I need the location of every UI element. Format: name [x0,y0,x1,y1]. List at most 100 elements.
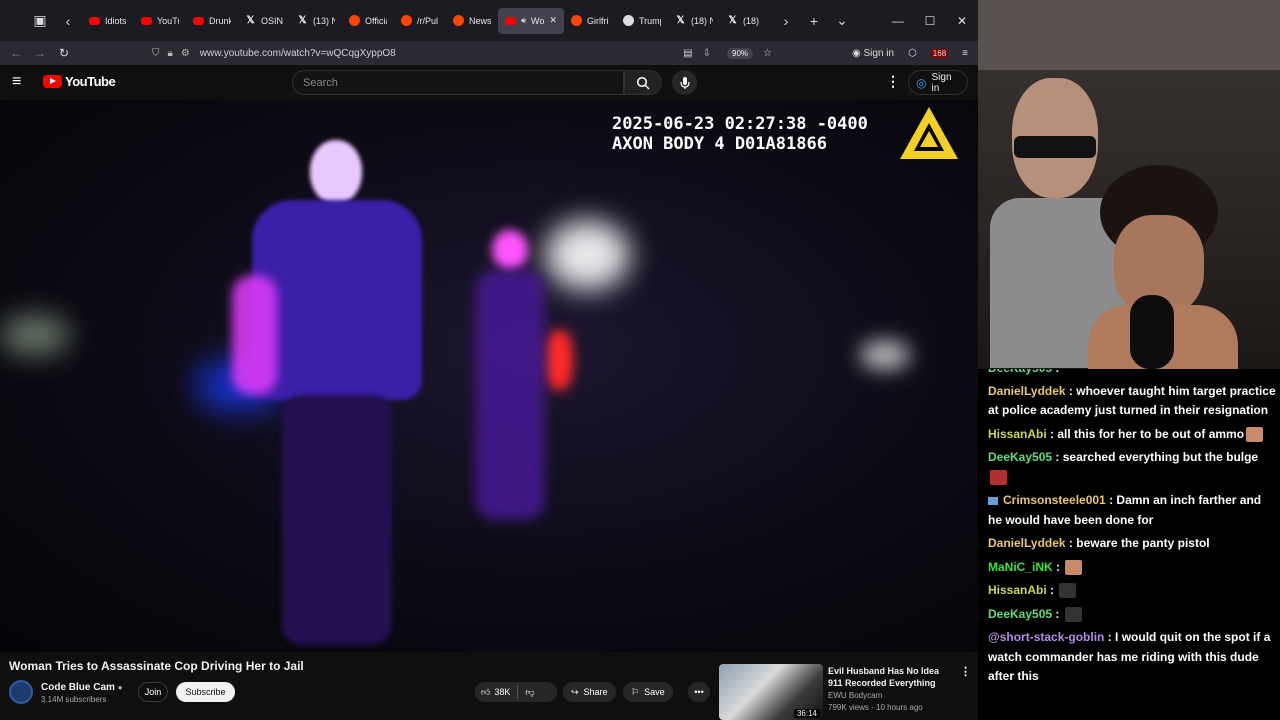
chat-separator: : [1065,536,1077,550]
download-icon[interactable]: ⇩ [703,48,711,59]
chat-username[interactable]: HissanAbi [988,427,1047,441]
youtube-sign-in-label: Sign in [931,71,952,94]
tab-2[interactable]: Drunk [186,8,238,34]
tab-11[interactable]: 𝕏 (18) N [668,8,720,34]
youtube-logo[interactable]: YouTube [43,74,116,89]
channel-name[interactable]: Code Blue Cam ● [41,682,123,693]
more-actions-button[interactable]: ••• [688,682,710,702]
light-glow [0,315,70,355]
youtube-logo-text: YouTube [65,74,116,89]
tab-9[interactable]: Girlfrie [564,8,616,34]
like-count: 38K [494,687,511,697]
tab-12[interactable]: 𝕏 (18) [720,8,772,34]
recommended-title[interactable]: Evil Husband Has No Idea 911 Recorded Ev… [828,665,953,689]
chat-username[interactable]: DeeKay505 [988,607,1052,621]
like-button[interactable]: 👍︎ 38K [481,687,510,698]
reload-icon[interactable]: ↻ [52,46,76,60]
menu-icon[interactable]: ≡ [962,48,968,59]
bookmark-star-icon[interactable]: ☆ [763,48,772,59]
hamburger-menu-icon[interactable]: ≡ [12,74,30,90]
reddit-icon [571,15,582,26]
share-button[interactable]: ↪ Share [563,682,616,702]
video-player[interactable]: 2025-06-23 02:27:38 -0400 AXON BODY 4 D0… [0,100,978,652]
youtube-header: ≡ YouTube Search ⋮ ◎ Sign in [0,65,978,100]
tab-scroll-right-icon[interactable]: › [772,7,800,35]
close-tab-icon[interactable]: ✕ [549,15,557,26]
new-tab-icon[interactable]: + [800,7,828,35]
tab-7[interactable]: News [446,8,498,34]
extensions-icon[interactable]: ⬡ [908,48,917,59]
reader-view-icon[interactable]: ▤ [683,48,692,59]
join-button[interactable]: Join [138,682,168,702]
tab-10[interactable]: Trump [616,8,668,34]
chat-username[interactable]: Crimsonsteele001 [1003,493,1106,507]
video-duration: 36:14 [793,709,820,718]
speaker-icon[interactable]: 🔊︎ [521,16,526,26]
voice-search-button[interactable] [672,70,697,95]
permissions-icon[interactable]: ⚙ [181,48,190,59]
url-bar[interactable]: ⛉ 🔒︎ ⚙ www.youtube.com/watch?v=wQCqgXypp… [152,42,772,64]
recommended-thumbnail[interactable]: 36:14 [719,664,823,720]
account-sign-in-label: Sign in [863,47,895,59]
chat-username[interactable]: MaNiC_iNK [988,560,1053,574]
shield-icon[interactable]: ⛉ [152,48,160,59]
close-window-icon[interactable]: ✕ [946,14,978,28]
url-text[interactable]: www.youtube.com/watch?v=wQCqgXyppO8 [200,48,396,59]
chat-separator: : [1105,493,1117,507]
tab-0[interactable]: Idiots [82,8,134,34]
chat-username[interactable]: DeeKay505 [988,369,1052,375]
tab-4[interactable]: 𝕏 (13) N [290,8,342,34]
tab-5[interactable]: Officia [342,8,394,34]
chat-panel: DeeKay505 : DanielLyddek : whoever taugh… [978,369,1280,720]
webcam-feed [978,0,1280,369]
browser-window: ▣ ‹ Idiots YouTu Drunk 𝕏 OSINT 𝕏 (13) N Officia… [0,0,978,720]
tab-bar: ▣ ‹ Idiots YouTu Drunk 𝕏 OSINT 𝕏 (13) N Officia… [0,0,978,41]
more-options-icon[interactable]: ⋮ [886,73,900,90]
chat-username[interactable]: @short-stack-goblin [988,630,1104,644]
tab-title: Girlfrie [587,15,609,26]
channel-avatar[interactable] [9,680,33,704]
tab-6[interactable]: /r/Pul [394,8,446,34]
person-2 [1078,165,1238,369]
chat-separator: : [1052,369,1059,375]
chat-text: beware the panty pistol [1076,536,1210,550]
tab-3[interactable]: 𝕏 OSINT [238,8,290,34]
save-label: Save [644,687,665,697]
search-input[interactable]: Search [292,70,624,95]
chat-username[interactable]: DanielLyddek [988,536,1066,550]
zoom-level[interactable]: 90% [727,47,754,59]
tab-scroll-left-icon[interactable]: ‹ [54,7,82,35]
youtube-sign-in-button[interactable]: ◎ Sign in [908,70,968,95]
maximize-icon[interactable]: ☐ [914,14,946,28]
tab-title: (18) [743,15,760,26]
officer-figure [232,140,422,650]
dislike-button[interactable]: 👎︎ [525,687,534,698]
account-sign-in[interactable]: ◉ Sign in [852,48,894,59]
thumbs-down-icon: 👎︎ [525,686,535,697]
tab-8[interactable]: 🔊︎ Wo ✕ [498,7,564,34]
youtube-icon [89,16,100,25]
forward-icon[interactable]: → [28,46,52,60]
chat-separator: : [1065,383,1077,398]
ublock-badge[interactable]: 168 [930,48,949,58]
chat-separator: : [1046,583,1058,597]
chat-username[interactable]: DeeKay505 [988,450,1052,464]
tab-list-chevron-icon[interactable]: ⌄ [828,7,856,35]
lock-icon[interactable]: 🔒︎ [168,48,173,59]
tab-title: OSINT [261,15,283,26]
back-icon[interactable]: ← [4,46,28,60]
chat-message: HissanAbi : all this for her to be out o… [978,425,1280,445]
subscribe-button[interactable]: Subscribe [176,682,235,702]
chat-username[interactable]: HissanAbi [988,583,1047,597]
tab-overview-icon[interactable]: ▣ [26,7,54,35]
tab-1[interactable]: YouTu [134,8,186,34]
recommended-channel[interactable]: EWU Bodycam [828,691,882,700]
bodycam-timestamp: 2025-06-23 02:27:38 -0400 [612,114,868,134]
save-button[interactable]: ⚐ Save [623,682,673,702]
chat-message: DanielLyddek : beware the panty pistol [978,534,1280,554]
window-controls: — ☐ ✕ [882,14,978,28]
chat-username[interactable]: DanielLyddek [988,384,1066,398]
recommended-more-icon[interactable]: ⋮ [960,665,971,678]
search-button[interactable] [624,70,662,95]
minimize-icon[interactable]: — [882,14,914,28]
